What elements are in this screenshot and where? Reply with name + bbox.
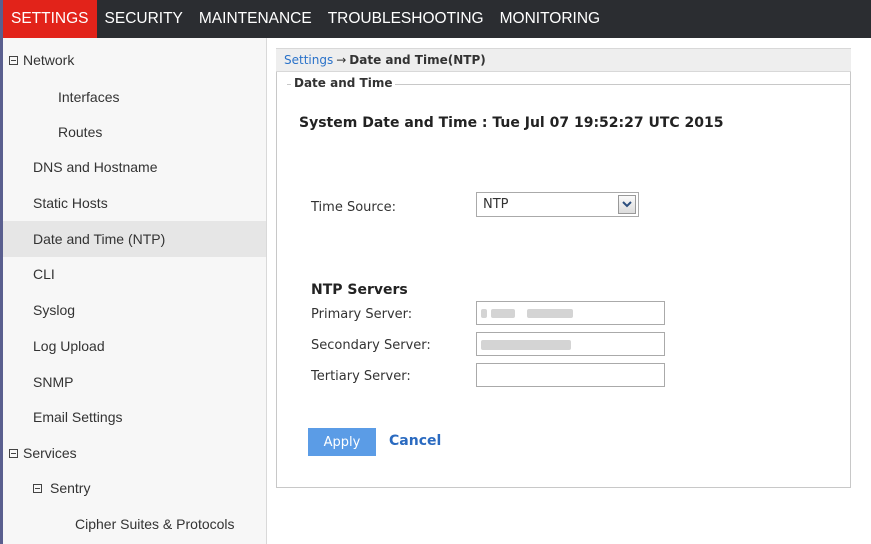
collapse-icon[interactable]: [33, 483, 42, 493]
tertiary-server-input[interactable]: [476, 363, 665, 387]
sidebar-item-label: Email Settings: [33, 409, 123, 425]
sidebar-item-label: Sentry: [50, 480, 91, 496]
tertiary-server-label: Tertiary Server:: [311, 369, 411, 384]
sidebar-item-static-hosts[interactable]: Static Hosts: [3, 185, 266, 221]
menu-troubleshooting[interactable]: TROUBLESHOOTING: [320, 0, 492, 38]
breadcrumb-settings-link[interactable]: Settings: [284, 53, 333, 67]
cancel-button[interactable]: Cancel: [389, 433, 441, 449]
sidebar-item-email-settings[interactable]: Email Settings: [3, 399, 266, 435]
sidebar-item-snmp[interactable]: SNMP: [3, 364, 266, 400]
apply-button[interactable]: Apply: [308, 428, 376, 456]
sidebar-item-dns-and-hostname[interactable]: DNS and Hostname: [3, 149, 266, 185]
chevron-down-icon[interactable]: [618, 195, 636, 214]
secondary-server-label: Secondary Server:: [311, 338, 431, 353]
sidebar: Network Interfaces Routes DNS and Hostna…: [3, 38, 267, 544]
sidebar-item-label: Routes: [58, 124, 103, 140]
date-time-panel: Date and Time System Date and Time : Tue…: [276, 72, 851, 488]
sidebar-item-syslog[interactable]: Syslog: [3, 292, 266, 328]
breadcrumb-current: Date and Time(NTP): [349, 53, 486, 67]
sidebar-item-date-and-time[interactable]: Date and Time (NTP): [3, 221, 266, 257]
sidebar-item-label: Cipher Suites & Protocols: [75, 516, 235, 532]
primary-server-label: Primary Server:: [311, 307, 413, 322]
breadcrumb-arrow: →: [336, 53, 347, 67]
sidebar-item-label: Interfaces: [58, 89, 120, 105]
menu-monitoring[interactable]: MONITORING: [492, 0, 608, 38]
top-menu-bar: SETTINGS SECURITY MAINTENANCE TROUBLESHO…: [3, 0, 871, 38]
breadcrumb: Settings → Date and Time(NTP): [276, 48, 851, 72]
sidebar-item-label: Static Hosts: [33, 195, 108, 211]
sidebar-item-network[interactable]: Network: [3, 42, 266, 78]
sidebar-item-interfaces[interactable]: Interfaces: [3, 79, 266, 115]
sidebar-item-label: Syslog: [33, 302, 76, 318]
menu-security[interactable]: SECURITY: [97, 0, 191, 38]
collapse-icon[interactable]: [9, 55, 18, 65]
secondary-server-input[interactable]: [476, 332, 665, 356]
sidebar-item-services[interactable]: Services: [3, 435, 266, 471]
redacted-value: [527, 309, 573, 318]
sidebar-item-label: Services: [23, 445, 77, 461]
system-date-time: System Date and Time : Tue Jul 07 19:52:…: [299, 115, 724, 131]
sidebar-item-label: Log Upload: [33, 338, 105, 354]
sidebar-item-log-upload[interactable]: Log Upload: [3, 328, 266, 364]
sidebar-item-label: SNMP: [33, 374, 74, 390]
sidebar-item-label: Network: [23, 52, 75, 68]
time-source-value: NTP: [483, 197, 509, 212]
sidebar-item-cli[interactable]: CLI: [3, 256, 266, 292]
time-source-label: Time Source:: [311, 200, 396, 215]
redacted-value: [481, 309, 487, 318]
sidebar-item-routes[interactable]: Routes: [3, 114, 266, 150]
collapse-icon[interactable]: [9, 448, 18, 458]
time-source-select[interactable]: NTP: [476, 192, 639, 217]
sidebar-item-label: Date and Time (NTP): [33, 231, 166, 247]
menu-settings[interactable]: SETTINGS: [3, 0, 97, 38]
primary-server-input[interactable]: [476, 301, 665, 325]
menu-maintenance[interactable]: MAINTENANCE: [191, 0, 320, 38]
sidebar-item-sentry[interactable]: Sentry: [3, 470, 266, 506]
sidebar-item-cipher-suites[interactable]: Cipher Suites & Protocols: [3, 506, 266, 542]
ntp-servers-heading: NTP Servers: [311, 282, 408, 298]
redacted-value: [481, 340, 571, 350]
sidebar-item-label: DNS and Hostname: [33, 159, 158, 175]
fieldset-legend: Date and Time: [291, 76, 396, 90]
redacted-value: [491, 309, 515, 318]
sidebar-item-label: CLI: [33, 266, 55, 282]
